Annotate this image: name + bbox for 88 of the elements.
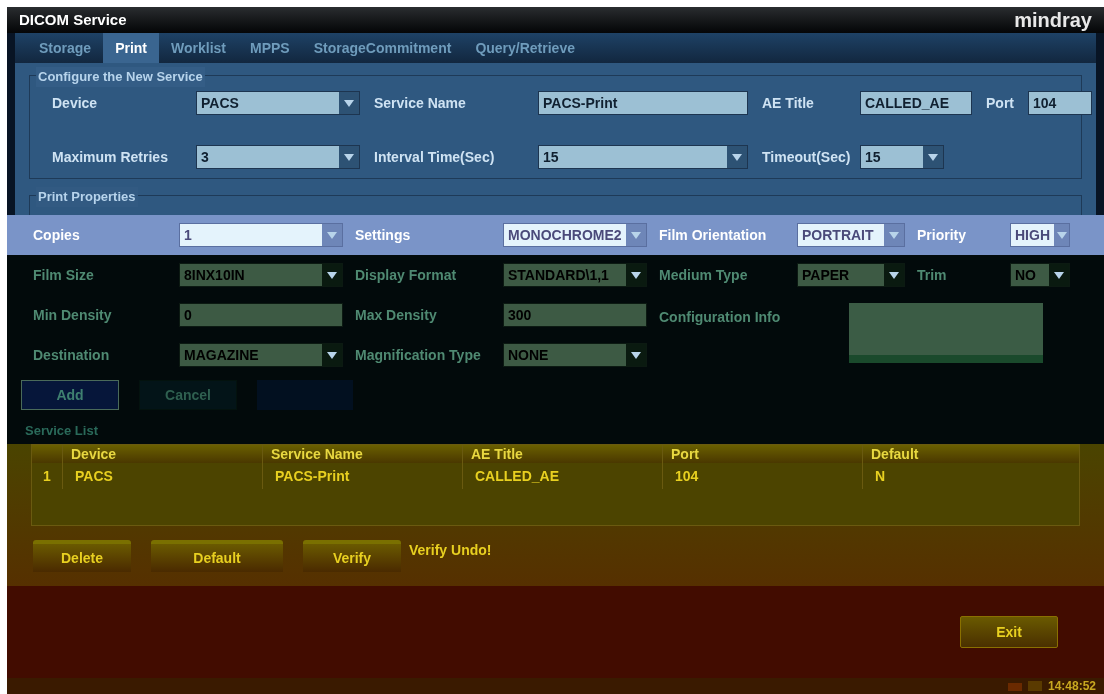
tab[interactable]: Print — [103, 33, 159, 63]
dropdown-field[interactable]: PORTRAIT — [797, 223, 905, 247]
field-value: PACS — [200, 93, 240, 113]
caret-icon — [928, 153, 938, 161]
field-label: Priority — [917, 225, 967, 245]
tab[interactable]: Worklist — [159, 33, 238, 63]
caret-icon — [344, 99, 354, 107]
dropdown-field[interactable]: HIGH — [1010, 223, 1070, 247]
table-cell: N — [862, 463, 1062, 489]
field-label: AE Title — [762, 93, 815, 113]
status-message: Verify Undo! — [409, 541, 492, 560]
field-value: NONE — [507, 345, 550, 365]
dropdown-field[interactable]: 1 — [179, 223, 343, 247]
field-label: Film Size — [33, 265, 95, 285]
table-cell: 104 — [662, 463, 862, 489]
field-label: Display Format — [355, 265, 458, 285]
caret-icon — [631, 351, 641, 359]
field-value: STANDARD\1,1 — [507, 265, 610, 285]
table-cell: PACS — [62, 463, 262, 489]
caret-icon — [631, 271, 641, 279]
caret-icon — [889, 231, 899, 239]
field-label: Magnification Type — [355, 345, 482, 365]
field-label: Max Density — [355, 305, 438, 325]
tab[interactable]: StorageCommitment — [301, 33, 464, 63]
window-title: DICOM Service — [19, 9, 127, 30]
field-label: Maximum Retries — [52, 147, 169, 167]
field-label: Service Name — [374, 93, 467, 113]
section-title: Service List — [24, 422, 99, 440]
caret-icon — [631, 231, 641, 239]
tab[interactable]: Storage — [27, 33, 104, 63]
tab[interactable]: Query/Retrieve — [463, 33, 587, 63]
column-header[interactable]: Device — [62, 445, 262, 463]
text-area[interactable] — [849, 303, 1043, 363]
field-label: Trim — [917, 265, 948, 285]
input-field[interactable]: CALLED_AE — [860, 91, 972, 115]
dropdown-field[interactable]: 15 — [538, 145, 748, 169]
field-label: Medium Type — [659, 265, 749, 285]
caret-icon — [327, 231, 337, 239]
dropdown-field[interactable]: MONOCHROME2 — [503, 223, 647, 247]
exit-button[interactable]: Exit — [960, 616, 1058, 648]
field-value: 1 — [183, 225, 193, 245]
column-header[interactable]: Service Name — [262, 445, 462, 463]
field-label: Copies — [33, 225, 81, 245]
input-field[interactable]: PACS-Print — [538, 91, 748, 115]
field-label: Interval Time(Sec) — [374, 147, 496, 167]
column-header[interactable]: AE Title — [462, 445, 662, 463]
clock-time: 14:48:52 — [1047, 678, 1096, 694]
field-label: Min Density — [33, 305, 113, 325]
field-label: Settings — [355, 225, 412, 245]
group-title: Configure the New Service — [36, 67, 205, 87]
form-button[interactable]: Add — [21, 380, 119, 410]
field-value: 8INX10IN — [183, 265, 246, 285]
caret-icon — [1054, 271, 1064, 279]
caret-icon — [732, 153, 742, 161]
field-label: Configuration Info — [659, 308, 782, 327]
field-value: PORTRAIT — [801, 225, 875, 245]
table-cell: CALLED_AE — [462, 463, 662, 489]
dropdown-field[interactable]: 3 — [196, 145, 360, 169]
field-label: Device — [52, 93, 99, 113]
column-header[interactable]: Default — [862, 445, 1062, 463]
table-cell: PACS-Print — [262, 463, 462, 489]
field-value: MAGAZINE — [183, 345, 260, 365]
list-button[interactable]: Default — [151, 540, 283, 572]
list-button[interactable]: Delete — [33, 540, 131, 572]
field-label: Destination — [33, 345, 111, 365]
caret-icon — [1056, 231, 1067, 239]
caret-icon — [889, 271, 899, 279]
field-value: 15 — [864, 147, 882, 167]
column-header[interactable]: Port — [662, 445, 862, 463]
field-label: Timeout(Sec) — [762, 147, 852, 167]
caret-icon — [327, 271, 337, 279]
field-value: 3 — [200, 147, 210, 167]
field-value: NO — [1014, 265, 1037, 285]
dropdown-field[interactable]: PACS — [196, 91, 360, 115]
field-value: 15 — [542, 147, 560, 167]
field-value: PAPER — [801, 265, 851, 285]
field-value: MONOCHROME2 — [507, 225, 623, 245]
field-value: HIGH — [1014, 225, 1051, 245]
list-button[interactable]: Verify — [303, 540, 401, 572]
brand-logo: mindray — [1014, 8, 1092, 33]
field-label: Port — [986, 93, 1015, 113]
tab[interactable]: MPPS — [238, 33, 302, 63]
row-number: 1 — [42, 466, 52, 486]
input-field[interactable]: 104 — [1028, 91, 1092, 115]
field-label: Film Orientation — [659, 225, 768, 245]
caret-icon — [344, 153, 354, 161]
dropdown-field[interactable]: 15 — [860, 145, 944, 169]
caret-icon — [327, 351, 337, 359]
